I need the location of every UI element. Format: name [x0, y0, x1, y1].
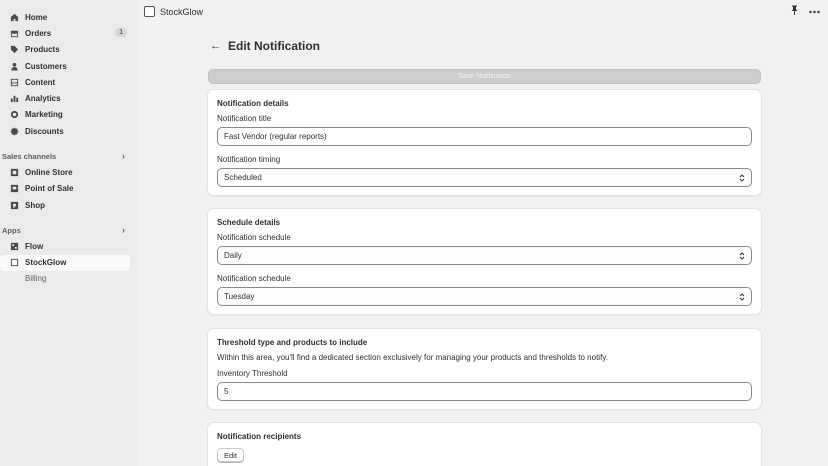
- sidebar-item-label: Flow: [25, 241, 44, 251]
- sales-channels-heading[interactable]: Sales channels ›: [0, 148, 137, 164]
- apps-heading[interactable]: Apps ›: [0, 222, 137, 238]
- tag-icon: [9, 45, 19, 55]
- home-icon: [9, 12, 19, 22]
- sidebar-item-label: Orders: [25, 28, 52, 38]
- field-label: Notification schedule: [217, 233, 291, 242]
- sidebar-item-online-store[interactable]: Online Store: [0, 164, 130, 180]
- select-value: Scheduled: [224, 173, 262, 182]
- content-icon: [9, 77, 19, 87]
- notification-details-card: Notification details Notification title …: [208, 90, 761, 195]
- field-label: Notification title: [217, 114, 272, 123]
- sidebar-item-content[interactable]: Content: [0, 74, 130, 90]
- shop-icon: [9, 200, 19, 210]
- flow-icon: [9, 241, 19, 251]
- app-square-icon: [144, 6, 155, 17]
- threshold-card: Threshold type and products to include W…: [208, 329, 761, 409]
- edit-recipients-button[interactable]: Edit: [217, 448, 244, 462]
- orders-count-badge: 1: [115, 28, 127, 38]
- pin-icon[interactable]: [790, 5, 799, 18]
- select-caret-icon: [739, 251, 745, 260]
- sidebar-item-label: Point of Sale: [25, 184, 74, 194]
- back-arrow-icon[interactable]: ←: [210, 40, 221, 52]
- sidebar-item-label: Discounts: [25, 126, 64, 136]
- discount-icon: [9, 126, 19, 136]
- sidebar-item-customers[interactable]: Customers: [0, 58, 130, 74]
- select-value: Tuesday: [224, 292, 255, 301]
- card-description: Within this area, you'll find a dedicate…: [217, 353, 608, 362]
- sidebar-item-label: Online Store: [25, 168, 73, 178]
- field-label: Notification schedule: [217, 274, 291, 283]
- store-icon: [9, 168, 19, 178]
- select-caret-icon: [739, 173, 745, 182]
- notification-timing-select[interactable]: Scheduled: [217, 168, 752, 187]
- person-icon: [9, 61, 19, 71]
- sidebar-item-orders[interactable]: Orders 1: [0, 25, 130, 41]
- recipients-card: Notification recipients Edit: [208, 423, 761, 466]
- select-value: Daily: [224, 251, 242, 260]
- sidebar-item-label: Content: [25, 77, 56, 87]
- sidebar-item-marketing[interactable]: Marketing: [0, 107, 130, 123]
- sidebar-item-label: Customers: [25, 61, 67, 71]
- sidebar-item-stockglow[interactable]: StockGlow: [0, 254, 130, 271]
- card-title: Threshold type and products to include: [217, 338, 368, 347]
- chevron-right-icon: ›: [122, 151, 125, 162]
- notification-schedule-day-select[interactable]: Tuesday: [217, 287, 752, 306]
- target-icon: [9, 110, 19, 120]
- sidebar-item-label: Analytics: [25, 94, 61, 104]
- field-label: Notification timing: [217, 155, 281, 164]
- page-title: Edit Notification: [228, 39, 320, 53]
- sidebar-item-discounts[interactable]: Discounts: [0, 123, 130, 139]
- sidebar-item-label: Marketing: [25, 110, 63, 120]
- sidebar-item-home[interactable]: Home: [0, 9, 130, 25]
- sidebar-item-analytics[interactable]: Analytics: [0, 90, 130, 106]
- sidebar-item-shop[interactable]: Shop: [0, 197, 130, 213]
- field-label: Inventory Threshold: [217, 369, 288, 378]
- pos-icon: [9, 184, 19, 194]
- sidebar-item-point-of-sale[interactable]: Point of Sale: [0, 181, 130, 197]
- app-square-icon: [9, 258, 19, 268]
- app-name: StockGlow: [160, 6, 204, 17]
- sidebar-item-label: Shop: [25, 200, 45, 210]
- card-title: Notification details: [217, 99, 289, 108]
- sidebar-item-products[interactable]: Products: [0, 42, 130, 58]
- main-content: ← Edit Notification Save Notification No…: [208, 35, 761, 466]
- chevron-right-icon: ›: [122, 225, 125, 236]
- top-bar: StockGlow: [137, 0, 828, 23]
- sidebar-item-label: StockGlow: [25, 258, 67, 268]
- notification-schedule-select[interactable]: Daily: [217, 246, 752, 265]
- card-title: Schedule details: [217, 218, 281, 227]
- notification-title-input[interactable]: Fast Vendor (regular reports): [217, 127, 752, 146]
- card-title: Notification recipients: [217, 432, 302, 441]
- sidebar-item-flow[interactable]: Flow: [0, 238, 130, 254]
- orders-icon: [9, 28, 19, 38]
- save-notification-button[interactable]: Save Notification: [208, 69, 761, 84]
- select-caret-icon: [739, 292, 745, 301]
- sidebar-subitem-billing[interactable]: Billing: [0, 271, 137, 287]
- bar-chart-icon: [9, 94, 19, 104]
- sidebar: Home Orders 1 Products Customers Content…: [0, 0, 137, 466]
- more-horizontal-icon[interactable]: [809, 6, 820, 17]
- sidebar-item-label: Home: [25, 12, 48, 22]
- inventory-threshold-input[interactable]: 5: [217, 382, 752, 401]
- sidebar-item-label: Products: [25, 45, 60, 55]
- schedule-details-card: Schedule details Notification schedule D…: [208, 209, 761, 314]
